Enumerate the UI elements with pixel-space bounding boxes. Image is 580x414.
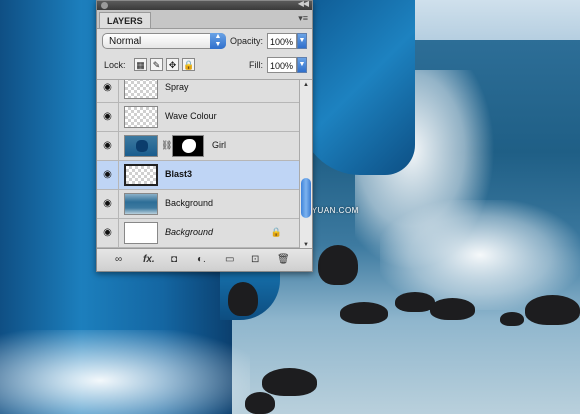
visibility-eye-icon[interactable]: ◉ — [97, 80, 119, 102]
fx-icon[interactable]: fx. — [143, 253, 155, 266]
layer-row-blast3[interactable]: ◉ Blast3 — [97, 161, 300, 190]
rock — [430, 298, 475, 320]
foreground-splash — [0, 330, 250, 414]
layer-row-spray[interactable]: ◉ Spray — [97, 80, 300, 103]
updown-arrows-icon: ▲ ▼ — [210, 33, 226, 49]
visibility-eye-icon[interactable]: ◉ — [97, 132, 119, 160]
rock — [318, 245, 358, 285]
layer-name: Background — [165, 227, 214, 237]
visibility-eye-icon[interactable]: ◉ — [97, 190, 119, 218]
layer-thumbnail — [124, 135, 158, 157]
rock — [500, 312, 524, 326]
layer-row-girl[interactable]: ◉ ⛓ Girl — [97, 132, 300, 161]
collapse-icon[interactable]: ◀◀ — [298, 0, 309, 8]
fill-label: Fill: — [249, 60, 263, 70]
lock-label: Lock: — [104, 60, 126, 70]
layers-panel: ◀◀ LAYERS ▾≡ Normal ▲ ▼ Opacity: 100% ▼ L… — [96, 0, 313, 272]
blend-opacity-row: Normal ▲ ▼ Opacity: 100% ▼ — [97, 29, 312, 53]
layer-row-background-copy[interactable]: ◉ Background — [97, 190, 300, 219]
opacity-dropdown-icon[interactable]: ▼ — [297, 33, 307, 49]
layer-thumbnail — [124, 193, 158, 215]
layer-thumbnail — [124, 164, 158, 186]
close-icon[interactable] — [101, 2, 108, 9]
layer-name: Girl — [212, 140, 226, 150]
rock — [525, 295, 580, 325]
fill-dropdown-icon[interactable]: ▼ — [297, 57, 307, 73]
visibility-eye-icon[interactable]: ◉ — [97, 219, 119, 247]
rock — [340, 302, 388, 324]
layers-list: ◉ Spray ◉ Wave Colour ◉ ⛓ Girl ◉ Blast3 … — [97, 80, 312, 251]
layers-scrollbar[interactable]: ▲ ▼ — [299, 80, 312, 251]
add-mask-icon[interactable]: ◘ — [171, 253, 177, 266]
rock — [228, 282, 258, 316]
new-group-icon[interactable]: ▭ — [225, 253, 234, 266]
scroll-up-icon[interactable]: ▲ — [300, 80, 312, 91]
layer-thumbnail — [124, 80, 158, 99]
link-layers-icon[interactable]: ∞ — [115, 253, 122, 266]
lock-all-icon[interactable]: 🔒 — [182, 58, 195, 71]
layer-name: Spray — [165, 82, 189, 92]
layer-name: Background — [165, 198, 214, 208]
panel-titlebar[interactable]: ◀◀ — [97, 0, 312, 10]
lock-position-icon[interactable]: ✥ — [166, 58, 179, 71]
layer-row-wave-colour[interactable]: ◉ Wave Colour — [97, 103, 300, 132]
opacity-label: Opacity: — [230, 36, 264, 46]
rock — [262, 368, 317, 396]
rock — [395, 292, 435, 312]
scrollbar-thumb[interactable] — [301, 178, 311, 218]
lock-fill-row: Lock: ▦ ✎ ✥ 🔒 Fill: 100% ▼ — [97, 53, 312, 80]
rock — [245, 392, 275, 414]
layer-name: Wave Colour — [165, 111, 217, 121]
blue-dress-sleeve — [300, 0, 415, 175]
layer-name: Blast3 — [165, 169, 193, 179]
panel-tabs: LAYERS ▾≡ — [97, 10, 312, 29]
new-layer-icon[interactable]: ⊡ — [251, 253, 259, 266]
panel-footer: ∞ fx. ◘ ◐. ▭ ⊡ 🗑 — [97, 248, 312, 271]
lock-image-pixels-icon[interactable]: ✎ — [150, 58, 163, 71]
layer-thumbnail — [124, 222, 158, 244]
adjustment-layer-icon[interactable]: ◐. — [197, 253, 206, 266]
visibility-eye-icon[interactable]: ◉ — [97, 161, 119, 189]
layer-thumbnail — [124, 106, 158, 128]
blend-mode-value: Normal — [109, 36, 142, 47]
trash-icon[interactable]: 🗑 — [277, 253, 290, 266]
opacity-input[interactable]: 100% — [267, 33, 297, 49]
fill-input[interactable]: 100% — [267, 57, 297, 73]
layer-row-background[interactable]: ◉ Background 🔒 — [97, 219, 300, 248]
panel-menu-icon[interactable]: ▾≡ — [298, 13, 308, 24]
link-chain-icon[interactable]: ⛓ — [161, 140, 172, 151]
layer-lock-icon: 🔒 — [270, 227, 282, 237]
layer-mask-thumbnail[interactable] — [172, 135, 204, 157]
tab-layers[interactable]: LAYERS — [99, 12, 151, 28]
lock-transparent-pixels-icon[interactable]: ▦ — [134, 58, 147, 71]
visibility-eye-icon[interactable]: ◉ — [97, 103, 119, 131]
blend-mode-select[interactable]: Normal ▲ ▼ — [102, 33, 226, 49]
